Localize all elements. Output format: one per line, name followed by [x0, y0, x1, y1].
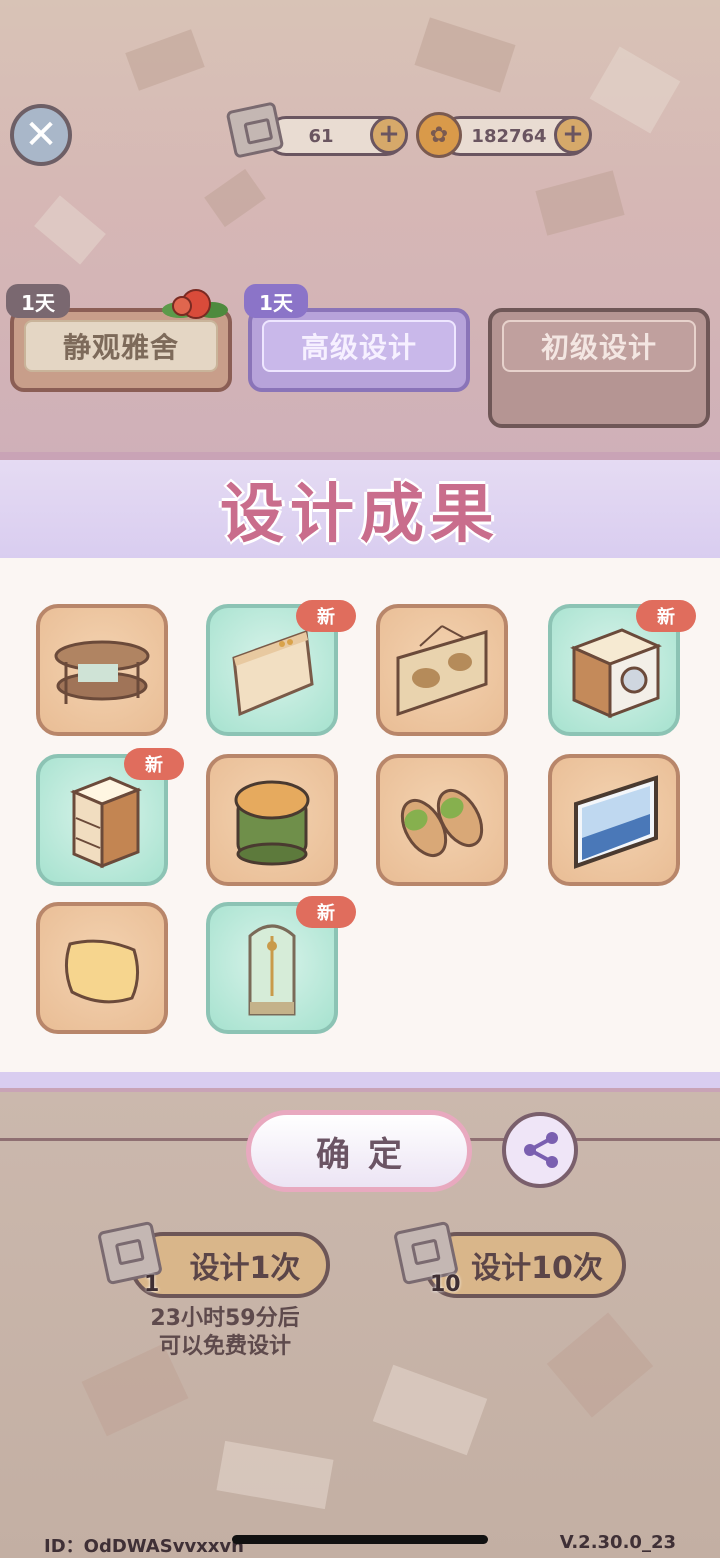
coin-count: 182764 — [471, 125, 547, 147]
result-item-cushion-pillow[interactable] — [36, 902, 168, 1034]
fruit-decoration-icon — [162, 289, 228, 319]
add-coin-button[interactable]: + — [554, 116, 592, 154]
add-scroll-button[interactable]: + — [370, 116, 408, 154]
free-design-note: 可以免费设计 — [158, 1334, 291, 1359]
new-badge: 新 — [296, 600, 356, 632]
design-ten-label: 设计10次 — [471, 1251, 603, 1286]
slippers-icon — [400, 789, 484, 857]
map-painting-icon — [396, 625, 488, 717]
player-id: ID：OdDWASvvxxvn — [44, 1536, 244, 1557]
result-panel-header: 设计成果 — [0, 460, 720, 558]
shower-stall-icon — [248, 924, 296, 1016]
tab-time-badge: 1天 — [6, 284, 70, 318]
tab-basic-design[interactable]: 初级设计 — [488, 308, 710, 428]
result-item-map-painting[interactable] — [376, 604, 508, 736]
new-badge: 新 — [636, 600, 696, 632]
version-label: V.2.30.0_23 — [559, 1532, 676, 1553]
oval-shelf-icon — [54, 640, 150, 704]
tab-label: 高级设计 — [262, 320, 456, 372]
share-button[interactable] — [502, 1112, 578, 1188]
wall-panel-icon — [232, 629, 314, 717]
close-button[interactable]: ✕ — [10, 104, 72, 166]
new-badge: 新 — [124, 748, 184, 780]
result-item-sea-painting[interactable] — [548, 754, 680, 886]
design-once-label: 设计1次 — [189, 1251, 301, 1286]
close-icon: ✕ — [24, 112, 58, 158]
result-panel-footer — [0, 1072, 720, 1088]
confirm-button[interactable]: 确定 — [246, 1110, 472, 1192]
scroll-icon — [225, 101, 285, 159]
washing-machine-icon — [570, 628, 662, 719]
result-item-oval-shelf[interactable] — [36, 604, 168, 736]
round-stool-icon — [234, 780, 310, 866]
tab-time-badge: 1天 — [244, 284, 308, 318]
design-once-cost: 1 — [144, 1272, 160, 1297]
scroll-count: 61 — [308, 125, 334, 147]
tab-label: 静观雅舍 — [24, 320, 218, 372]
tab-label: 初级设计 — [502, 320, 696, 372]
result-item-slippers[interactable] — [376, 754, 508, 886]
design-ten-cost: 10 — [430, 1272, 461, 1297]
share-icon — [524, 1132, 558, 1168]
tab-advanced-design[interactable]: 高级设计 — [248, 308, 470, 392]
home-indicator[interactable] — [232, 1535, 488, 1544]
coin-icon: ✿ — [416, 112, 462, 158]
lit-shelf-icon — [70, 776, 142, 869]
cushion-icon — [65, 939, 139, 1004]
result-panel-title: 设计成果 — [220, 478, 500, 552]
new-badge: 新 — [296, 896, 356, 928]
sea-painting-icon — [574, 775, 658, 869]
result-item-round-stool[interactable] — [206, 754, 338, 886]
